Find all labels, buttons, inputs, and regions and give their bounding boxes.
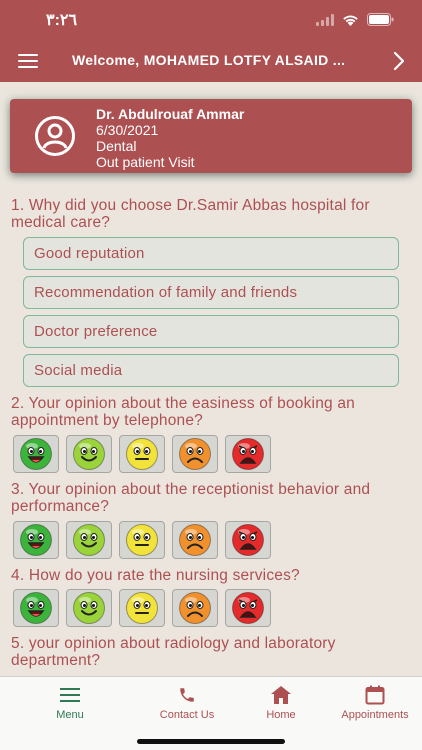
rating-happy-q3[interactable] [66,521,112,559]
question-2-text: 2. Your opinion about the easiness of bo… [11,395,355,429]
doctor-visit-card: Dr. Abdulrouaf Ammar 6/30/2021 Dental Ou… [10,99,412,173]
neutral-face-icon [126,592,158,624]
option-recommendation[interactable]: Recommendation of family and friends [23,276,399,309]
rating-very-happy-q4[interactable] [13,589,59,627]
rating-very-sad-q4[interactable] [225,589,271,627]
very-happy-face-icon [20,438,52,470]
app-header: Welcome, MOHAMED LOTFY ALSAID ... [0,40,422,82]
nav-home-label: Home [266,709,296,721]
neutral-face-icon [126,438,158,470]
rating-very-sad-q2[interactable] [225,435,271,473]
status-bar: ٣:٢٦ [0,0,422,40]
sad-face-icon [179,524,211,556]
rating-neutral-q2[interactable] [119,435,165,473]
nav-appointments-label: Appointments [341,709,409,721]
nav-contact-label: Contact Us [159,709,215,721]
home-icon [258,685,304,705]
battery-icon [367,13,394,26]
question-4-text: 4. How do you rate the nursing services? [11,567,300,584]
very-sad-face-icon [232,592,264,624]
rating-neutral-q3[interactable] [119,521,165,559]
rating-row [13,589,271,627]
rating-very-happy-q2[interactable] [13,435,59,473]
rating-row [13,435,271,473]
nav-appointments[interactable]: Appointments [333,685,417,721]
status-time: ٣:٢٦ [46,12,78,29]
nav-menu-label: Menu [56,709,84,721]
signal-icon [316,13,334,26]
rating-very-sad-q3[interactable] [225,521,271,559]
rating-row [13,521,271,559]
sad-face-icon [179,592,211,624]
avatar-icon [35,116,75,156]
rating-happy-q2[interactable] [66,435,112,473]
option-social-media[interactable]: Social media [23,354,399,387]
rating-neutral-q4[interactable] [119,589,165,627]
wifi-icon [343,15,358,26]
very-sad-face-icon [232,438,264,470]
visit-date: 6/30/2021 [96,122,159,138]
doctor-info: Dr. Abdulrouaf Ammar 6/30/2021 Dental Ou… [96,106,244,170]
doctor-name: Dr. Abdulrouaf Ammar [96,106,245,122]
visit-type: Out patient Visit [96,154,195,170]
very-sad-face-icon [232,524,264,556]
question-3-text: 3. Your opinion about the receptionist b… [11,481,371,515]
question-5-text: 5. your opinion about radiology and labo… [11,635,336,669]
visit-department: Dental [96,138,137,154]
nav-menu[interactable]: Menu [46,685,94,721]
hamburger-icon[interactable] [18,54,38,68]
very-happy-face-icon [20,592,52,624]
happy-face-icon [73,592,105,624]
rating-sad-q4[interactable] [172,589,218,627]
menu-icon [46,685,94,705]
rating-sad-q3[interactable] [172,521,218,559]
phone-icon [152,685,222,705]
sad-face-icon [179,438,211,470]
option-doctor-preference[interactable]: Doctor preference [23,315,399,348]
rating-happy-q4[interactable] [66,589,112,627]
calendar-icon [333,685,417,705]
status-icons [316,13,394,26]
option-good-reputation[interactable]: Good reputation [23,237,399,270]
welcome-title: Welcome, MOHAMED LOTFY ALSAID ... [72,52,346,68]
rating-very-happy-q3[interactable] [13,521,59,559]
question-1-text: 1. Why did you choose Dr.Samir Abbas hos… [11,197,370,231]
chevron-right-icon[interactable] [392,50,406,72]
happy-face-icon [73,524,105,556]
nav-contact-us[interactable]: Contact Us [152,685,222,721]
very-happy-face-icon [20,524,52,556]
rating-sad-q2[interactable] [172,435,218,473]
home-indicator [137,739,285,744]
happy-face-icon [73,438,105,470]
neutral-face-icon [126,524,158,556]
nav-home[interactable]: Home [258,685,304,721]
